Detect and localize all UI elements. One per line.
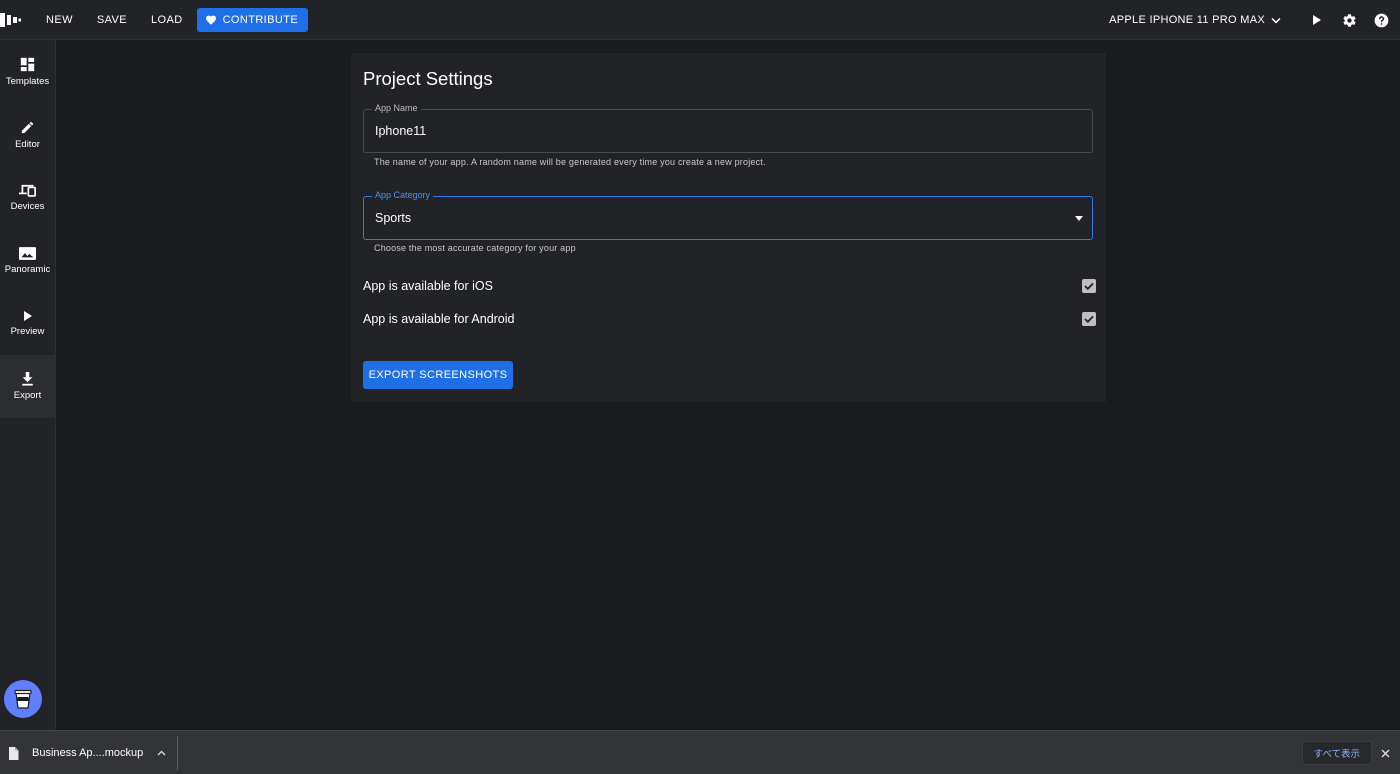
sidebar: Templates Editor Devices Panoramic Previ…	[0, 40, 56, 730]
page-title: Project Settings	[363, 68, 493, 89]
app-category-label: App Category	[372, 190, 434, 200]
download-file-name: Business Ap....mockup	[32, 747, 144, 759]
app-name-value: Iphone11	[375, 124, 427, 138]
sidebar-item-preview[interactable]: Preview	[0, 292, 55, 355]
sidebar-item-label: Export	[13, 390, 42, 401]
project-settings-card: Project Settings App Name Iphone11 The n…	[351, 53, 1106, 402]
app-name-field[interactable]: App Name Iphone11	[363, 103, 1093, 153]
app-name-helper: The name of your app. A random name will…	[374, 157, 766, 167]
top-bar: NEW SAVE LOAD CONTRIBUTE APPLE IPHONE 11…	[0, 0, 1400, 40]
play-icon	[23, 310, 33, 322]
sidebar-item-devices[interactable]: Devices	[0, 166, 55, 229]
devices-icon	[19, 183, 36, 197]
app-name-label: App Name	[372, 103, 421, 113]
sidebar-item-label: Preview	[10, 326, 45, 337]
sidebar-item-editor[interactable]: Editor	[0, 103, 55, 166]
gear-icon[interactable]	[1333, 0, 1365, 40]
ios-availability-row: App is available for iOS	[363, 276, 1096, 296]
app-category-value: Sports	[375, 211, 412, 225]
device-label: APPLE IPHONE 11 PRO MAX	[1109, 14, 1265, 26]
dropdown-arrow-icon	[1075, 216, 1083, 221]
download-icon	[21, 372, 34, 386]
sidebar-item-export[interactable]: Export	[0, 355, 55, 418]
download-item[interactable]: Business Ap....mockup	[8, 731, 166, 774]
play-icon[interactable]	[1301, 0, 1333, 40]
checkmark-icon	[1084, 282, 1094, 290]
help-icon[interactable]	[1365, 0, 1397, 40]
show-all-button[interactable]: すべて表示	[1301, 741, 1372, 765]
chevron-down-icon	[1271, 17, 1281, 24]
load-button[interactable]: LOAD	[139, 8, 195, 32]
app-category-helper: Choose the most accurate category for yo…	[374, 243, 576, 253]
sidebar-item-label: Editor	[15, 138, 40, 150]
chevron-up-icon[interactable]	[157, 750, 166, 756]
buy-me-a-coffee-button[interactable]	[4, 680, 42, 718]
save-button[interactable]: SAVE	[85, 8, 139, 32]
sidebar-item-label: Templates	[5, 75, 50, 87]
close-icon[interactable]	[1378, 744, 1392, 762]
coffee-cup-icon	[14, 688, 32, 710]
sidebar-item-label: Devices	[10, 201, 45, 212]
heart-icon	[205, 14, 217, 25]
android-availability-row: App is available for Android	[363, 309, 1096, 329]
sidebar-item-panoramic[interactable]: Panoramic	[0, 229, 55, 292]
ios-checkbox[interactable]	[1082, 279, 1096, 293]
sidebar-item-label: Panoramic	[4, 263, 51, 275]
android-label: App is available for Android	[363, 312, 515, 326]
file-icon	[8, 746, 19, 760]
logo-icon[interactable]	[0, 11, 22, 29]
sidebar-item-templates[interactable]: Templates	[0, 40, 55, 103]
device-selector[interactable]: APPLE IPHONE 11 PRO MAX	[1109, 14, 1281, 26]
divider	[177, 736, 178, 770]
export-screenshots-button[interactable]: EXPORT SCREENSHOTS	[363, 361, 513, 389]
ios-label: App is available for iOS	[363, 279, 493, 293]
checkmark-icon	[1084, 315, 1094, 323]
downloads-bar: Business Ap....mockup すべて表示	[0, 730, 1400, 774]
pencil-icon	[20, 120, 35, 135]
android-checkbox[interactable]	[1082, 312, 1096, 326]
dashboard-icon	[20, 57, 35, 72]
contribute-label: CONTRIBUTE	[222, 13, 299, 26]
app-category-select[interactable]: App Category Sports	[363, 190, 1093, 240]
contribute-button[interactable]: CONTRIBUTE	[196, 7, 309, 32]
image-icon	[19, 246, 36, 260]
new-button[interactable]: NEW	[34, 8, 85, 32]
